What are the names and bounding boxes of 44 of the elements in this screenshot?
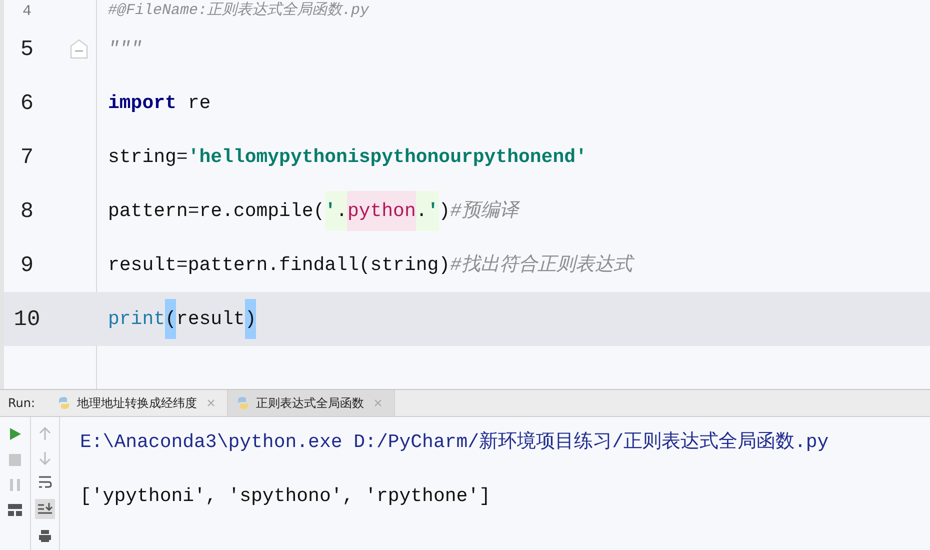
line-number: 8 xyxy=(19,198,35,224)
close-icon[interactable] xyxy=(207,399,216,407)
line-number: 10 xyxy=(12,306,42,332)
console-command: E:\Anaconda3\python.exe D:/PyCharm/新环境项目练习/正则表达式全局函数.py xyxy=(80,430,829,455)
console-output: ['ypythoni', 'spythono', 'rpythone'] xyxy=(80,484,492,509)
code-text: re xyxy=(186,91,211,116)
code-comment: #预编译 xyxy=(450,199,518,224)
code-text: pattern=re.compile( xyxy=(108,199,325,224)
wrap-icon[interactable] xyxy=(38,475,52,489)
code-comment: #找出符合正则表达式 xyxy=(450,245,632,285)
code-text: string= xyxy=(108,145,188,170)
line-number: 4 xyxy=(21,2,32,20)
code-text: . xyxy=(336,191,348,231)
line-number: 9 xyxy=(19,252,35,278)
code-text: ) xyxy=(438,199,450,224)
line-number: 7 xyxy=(19,144,35,170)
code-string: ' xyxy=(324,191,336,231)
fold-icon[interactable] xyxy=(70,39,88,59)
line-number: 5 xyxy=(19,36,35,62)
scroll-end-icon[interactable] xyxy=(35,499,55,519)
code-comment: #@FileName:正则表达式全局函数.py xyxy=(108,0,370,21)
up-arrow-icon[interactable] xyxy=(39,427,51,441)
python-icon xyxy=(236,396,250,410)
run-label: Run: xyxy=(7,395,36,412)
run-tab[interactable]: 正则表达式全局函数 xyxy=(228,390,396,416)
print-icon[interactable] xyxy=(38,529,52,543)
pause-icon[interactable] xyxy=(10,479,20,491)
code-string: 'hellomypythonispythonourpythonend' xyxy=(188,145,587,170)
code-builtin: print xyxy=(108,307,166,332)
python-icon xyxy=(57,396,72,410)
close-icon[interactable] xyxy=(374,399,382,407)
code-text: result xyxy=(176,307,245,332)
line-number: 6 xyxy=(19,90,35,116)
matched-brace: ( xyxy=(165,299,176,339)
code-keyword: import xyxy=(108,91,176,116)
matched-brace: ) xyxy=(244,299,256,339)
code-text: . xyxy=(416,191,428,231)
code-comment: """ xyxy=(108,37,142,62)
regex-text: python xyxy=(347,191,416,231)
layout-icon[interactable] xyxy=(8,504,22,516)
code-text: result=pattern.findall(string) xyxy=(108,253,450,278)
code-string: ' xyxy=(427,191,439,231)
down-arrow-icon[interactable] xyxy=(39,451,51,465)
run-icon[interactable] xyxy=(8,427,22,441)
